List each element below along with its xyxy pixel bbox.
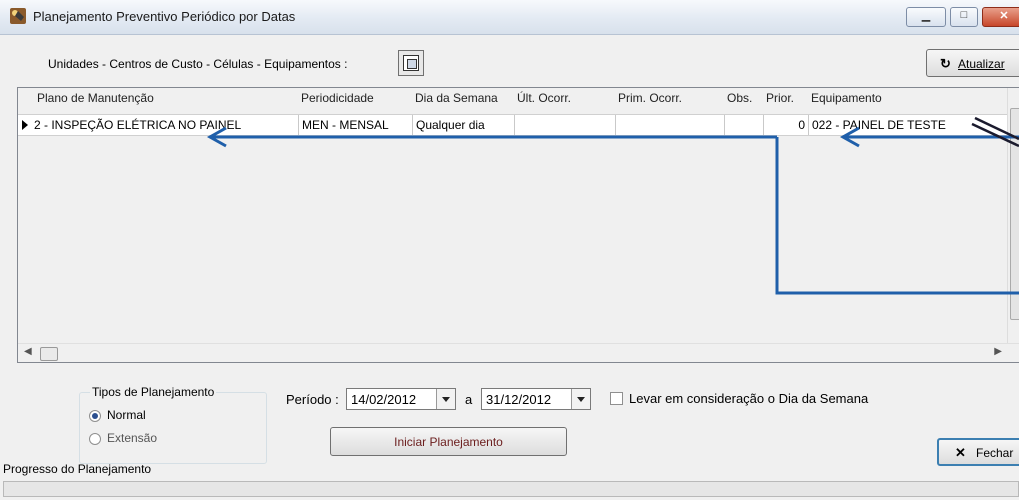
date-to-value: 31/12/2012: [486, 392, 552, 407]
progress-bar: [3, 481, 1019, 497]
refresh-button[interactable]: ↻ Atualizar: [926, 49, 1019, 77]
radio-extensao-label[interactable]: Extensão: [107, 431, 157, 445]
period-separator: a: [465, 392, 473, 407]
weekday-checkbox[interactable]: [610, 392, 623, 405]
scroll-left-icon[interactable]: ◀: [24, 346, 32, 357]
col-header-plano[interactable]: Plano de Manutenção: [37, 88, 154, 108]
col-header-prim-ocorr[interactable]: Prim. Ocorr.: [618, 88, 682, 108]
cell-prim-ocorr[interactable]: [616, 115, 725, 135]
weekday-checkbox-label[interactable]: Levar em consideração o Dia da Semana: [629, 391, 868, 406]
cell-ult-ocorr[interactable]: [515, 115, 616, 135]
col-header-equipamento[interactable]: Equipamento: [811, 88, 882, 108]
chevron-down-icon[interactable]: [571, 389, 590, 409]
cell-prior[interactable]: 0: [764, 115, 809, 135]
close-button[interactable]: ✕ Fechar: [937, 438, 1019, 466]
window-title: Planejamento Preventivo Periódico por Da…: [33, 9, 296, 24]
col-header-dia-semana[interactable]: Dia da Semana: [415, 88, 498, 108]
cell-periodicidade[interactable]: MEN - MENSAL: [299, 115, 413, 135]
radio-normal[interactable]: [89, 410, 101, 422]
tree-select-icon: [403, 55, 419, 71]
vertical-scrollbar[interactable]: [1007, 88, 1019, 344]
maximize-button[interactable]: □: [950, 7, 978, 27]
date-from-picker[interactable]: 14/02/2012: [346, 388, 456, 410]
period-label: Período :: [286, 392, 339, 407]
col-header-ult-ocorr[interactable]: Últ. Ocorr.: [517, 88, 571, 108]
cell-dia-semana[interactable]: Qualquer dia: [413, 115, 515, 135]
close-label: Fechar: [976, 446, 1014, 460]
col-header-obs[interactable]: Obs.: [727, 88, 752, 108]
start-planning-button[interactable]: Iniciar Planejamento: [330, 427, 567, 456]
cell-plano[interactable]: 2 - INSPEÇÃO ELÉTRICA NO PAINEL: [31, 115, 299, 135]
cell-equipamento[interactable]: 022 - PAINEL DE TESTE: [809, 115, 1008, 135]
refresh-icon: ↻: [940, 56, 951, 71]
start-planning-label: Iniciar Planejamento: [394, 435, 503, 449]
plans-grid[interactable]: Plano de Manutenção Periodicidade Dia da…: [17, 87, 1019, 363]
grid-body: Plano de Manutenção Periodicidade Dia da…: [18, 88, 1019, 344]
app-icon: [10, 8, 26, 24]
hierarchy-label: Unidades - Centros de Custo - Células - …: [48, 57, 348, 71]
cell-obs[interactable]: [725, 115, 764, 135]
horizontal-scrollbar[interactable]: ◀ ▶: [18, 343, 1019, 362]
refresh-label: Atualizar: [958, 57, 1005, 71]
hierarchy-select-button[interactable]: [398, 50, 424, 76]
radio-extensao[interactable]: [89, 433, 101, 445]
horizontal-scroll-thumb[interactable]: [40, 347, 58, 361]
planning-types-group: [79, 392, 267, 464]
scroll-right-icon[interactable]: ▶: [994, 346, 1002, 357]
col-header-periodicidade[interactable]: Periodicidade: [301, 88, 374, 108]
progress-label: Progresso do Planejamento: [3, 462, 152, 476]
minimize-icon: ▁: [921, 10, 931, 22]
chevron-down-icon[interactable]: [436, 389, 455, 409]
vertical-scroll-thumb[interactable]: [1010, 108, 1019, 320]
minimize-button[interactable]: ▁: [906, 7, 946, 27]
title-bar: Planejamento Preventivo Periódico por Da…: [0, 0, 1019, 35]
date-to-picker[interactable]: 31/12/2012: [481, 388, 591, 410]
close-icon: ✕: [999, 10, 1009, 22]
close-window-button[interactable]: ✕: [982, 7, 1019, 27]
date-from-value: 14/02/2012: [351, 392, 417, 407]
table-row[interactable]: 2 - INSPEÇÃO ELÉTRICA NO PAINEL MEN - ME…: [18, 114, 1008, 136]
row-indicator-icon: [22, 120, 28, 130]
maximize-icon: □: [960, 9, 968, 21]
radio-normal-label[interactable]: Normal: [107, 408, 146, 422]
col-header-prior[interactable]: Prior.: [766, 88, 794, 108]
planning-types-title: Tipos de Planejamento: [90, 385, 217, 399]
close-x-icon: ✕: [955, 445, 966, 460]
